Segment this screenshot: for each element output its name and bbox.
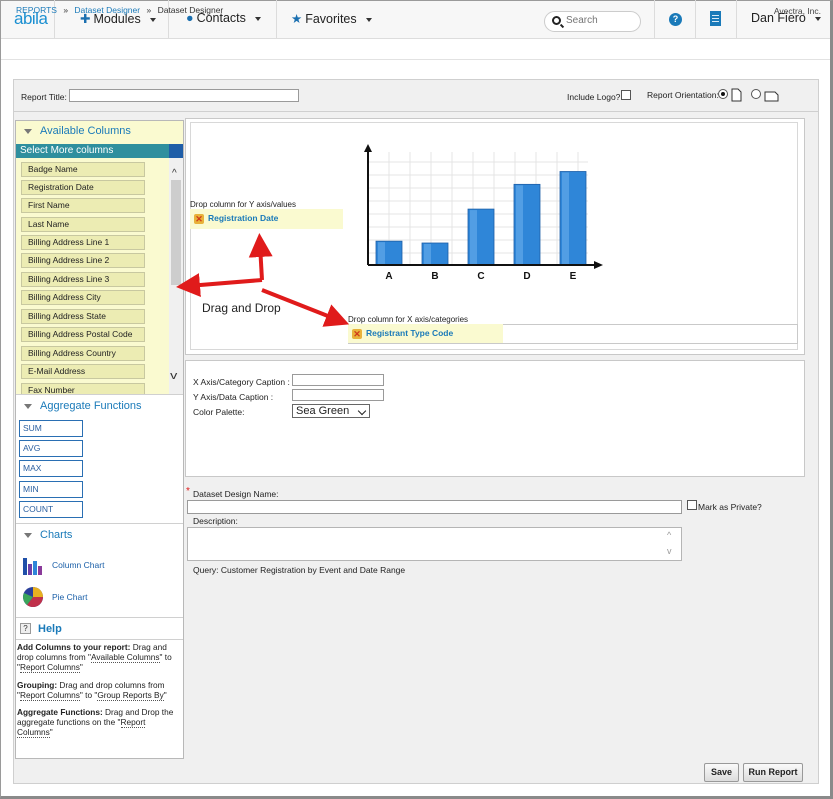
y-caption-input[interactable] bbox=[292, 389, 384, 401]
required-mark: * bbox=[186, 486, 190, 497]
save-button[interactable]: Save bbox=[704, 763, 739, 782]
color-palette-label: Color Palette: bbox=[193, 407, 245, 417]
mark-private-label: Mark as Private? bbox=[698, 502, 762, 512]
color-palette-select[interactable]: Sea Green bbox=[292, 404, 370, 418]
arrow-to-columns bbox=[176, 273, 263, 297]
arrow-to-y-axis bbox=[248, 233, 273, 281]
x-caption-input[interactable] bbox=[292, 374, 384, 386]
drag-and-drop-annotation: Drag and Drop bbox=[202, 301, 281, 315]
query-text: Query: Customer Registration by Event an… bbox=[193, 565, 406, 575]
description-textarea[interactable] bbox=[187, 527, 682, 561]
y-caption-label: Y Axis/Data Caption : bbox=[193, 392, 274, 402]
description-label: Description: bbox=[193, 516, 238, 526]
run-report-button[interactable]: Run Report bbox=[743, 763, 803, 782]
scroll-down-icon[interactable]: v bbox=[667, 546, 672, 556]
x-caption-label: X Axis/Category Caption : bbox=[193, 377, 290, 387]
dataset-name-input[interactable] bbox=[187, 500, 682, 514]
scroll-up-icon[interactable]: ^ bbox=[667, 530, 671, 540]
dataset-name-label: Dataset Design Name: bbox=[193, 489, 279, 499]
mark-private-checkbox[interactable] bbox=[687, 500, 697, 510]
